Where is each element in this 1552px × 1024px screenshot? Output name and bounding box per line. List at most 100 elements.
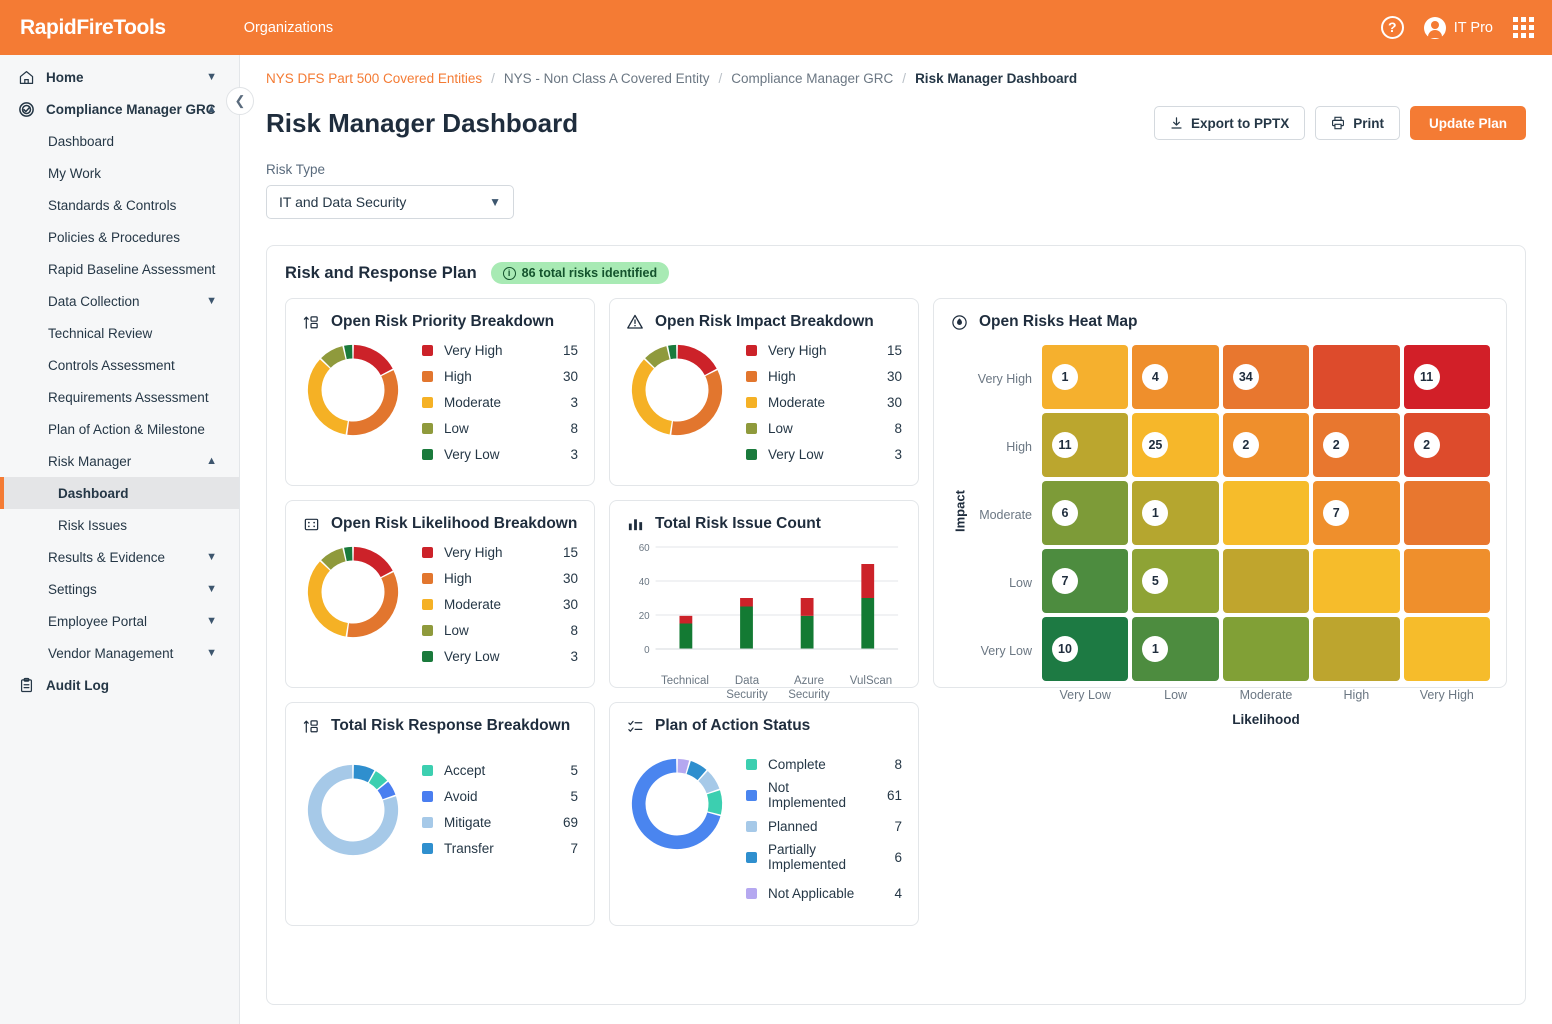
sidebar-item-rapid-baseline-assessment[interactable]: Rapid Baseline Assessment <box>0 253 239 285</box>
chevron-up-icon[interactable]: ▲ <box>206 455 217 467</box>
heatmap-cell[interactable] <box>1313 549 1400 613</box>
grid-matrix-icon <box>302 515 320 533</box>
heatmap-cell[interactable]: 1 <box>1132 617 1219 681</box>
legend-row: Partially Implemented 6 <box>746 839 902 875</box>
sidebar-item-requirements-assessment[interactable]: Requirements Assessment <box>0 381 239 413</box>
heatmap-cell[interactable] <box>1313 617 1400 681</box>
donut-chart <box>631 758 723 850</box>
heatmap-cell[interactable]: 7 <box>1313 481 1400 545</box>
heatmap-cell[interactable]: 34 <box>1222 345 1310 409</box>
sidebar-item-technical-review[interactable]: Technical Review <box>0 317 239 349</box>
chevron-down-icon[interactable]: ▼ <box>206 583 217 595</box>
legend-swatch <box>746 396 757 408</box>
card-title: Total Risk Issue Count <box>655 515 821 532</box>
legend-swatch <box>746 820 757 832</box>
heatmap-y-tick: Very High <box>977 372 1032 386</box>
card-total-risk-issue-count: Total Risk Issue Count 0 20 40 60 Technical… <box>609 500 919 701</box>
legend-swatch <box>422 422 433 434</box>
sidebar-item-policies-procedures[interactable]: Policies & Procedures <box>0 221 239 253</box>
sidebar-item-standards-controls[interactable]: Standards & Controls <box>0 189 239 221</box>
legend-row: Very High 15 <box>746 337 902 363</box>
chevron-down-icon[interactable]: ▼ <box>206 615 217 627</box>
sidebar-item-home[interactable]: Home ▼ <box>0 61 239 93</box>
sidebar-item-label: Rapid Baseline Assessment <box>48 261 216 277</box>
card-title: Open Risk Priority Breakdown <box>331 313 555 330</box>
legend-value: 3 <box>570 446 578 462</box>
print-label: Print <box>1353 115 1384 131</box>
sidebar-item-risk-manager[interactable]: Risk Manager ▲ <box>0 445 239 477</box>
svg-text:60: 60 <box>639 543 650 554</box>
heatmap-cell[interactable]: 6 <box>1042 481 1129 545</box>
heatmap-cell[interactable]: 5 <box>1132 549 1219 613</box>
legend-swatch <box>422 572 433 584</box>
chevron-up-icon[interactable]: ▲ <box>206 103 217 115</box>
priority-sort-icon <box>302 717 320 735</box>
chevron-down-icon[interactable]: ▼ <box>206 71 217 83</box>
legend-row: High 30 <box>422 363 578 389</box>
sidebar-item-data-collection[interactable]: Data Collection ▼ <box>0 285 239 317</box>
heatmap-cell[interactable]: 7 <box>1042 549 1129 613</box>
heatmap-cell[interactable]: 11 <box>1403 345 1490 409</box>
sidebar-item-my-work[interactable]: My Work <box>0 157 239 189</box>
heatmap-cell[interactable]: 1 <box>1042 345 1129 409</box>
heatmap-cell[interactable]: 2 <box>1313 413 1400 477</box>
sidebar-item-risk-issues[interactable]: Risk Issues <box>0 509 239 541</box>
chevron-down-icon[interactable]: ▼ <box>206 295 217 307</box>
heatmap-x-tick: Low <box>1164 688 1188 702</box>
legend-swatch <box>746 758 757 770</box>
card-header: Plan of Action Status <box>626 717 902 735</box>
card-title: Open Risk Likelihood Breakdown <box>331 515 578 532</box>
sidebar-item-dashboard[interactable]: Dashboard <box>0 125 239 157</box>
app-logo[interactable]: RapidFireTools <box>20 16 166 40</box>
heatmap-cell[interactable]: 11 <box>1042 413 1129 477</box>
heatmap-cell[interactable]: 10 <box>1042 617 1129 681</box>
heatmap-cell[interactable] <box>1403 617 1490 681</box>
update-plan-button[interactable]: Update Plan <box>1409 106 1526 140</box>
heatmap-cell[interactable]: 4 <box>1132 345 1219 409</box>
sidebar-item-settings[interactable]: Settings ▼ <box>0 573 239 605</box>
sidebar-item-controls-assessment[interactable]: Controls Assessment <box>0 349 239 381</box>
breadcrumb-item[interactable]: NYS - Non Class A Covered Entity <box>504 71 710 86</box>
chevron-down-icon[interactable]: ▼ <box>206 647 217 659</box>
legend-value: 15 <box>886 342 902 358</box>
apps-grid-icon[interactable] <box>1513 17 1534 38</box>
sidebar-collapse-button[interactable]: ❮ <box>226 87 254 115</box>
export-to-pptx-button[interactable]: Export to PPTX <box>1153 106 1306 140</box>
sidebar-item-audit-log[interactable]: Audit Log <box>0 669 239 701</box>
heatmap-cell[interactable] <box>1222 481 1310 545</box>
legend-label: Transfer <box>444 840 494 856</box>
heatmap-y-tick: Low <box>1009 576 1032 590</box>
svg-text:20: 20 <box>639 611 650 622</box>
organizations-link[interactable]: Organizations <box>244 20 333 36</box>
heatmap-cell-count: 25 <box>1142 432 1169 458</box>
heatmap-cell[interactable]: 1 <box>1132 481 1219 545</box>
legend-swatch <box>422 790 433 802</box>
sidebar-item-dashboard[interactable]: Dashboard <box>0 477 239 509</box>
sidebar-item-plan-of-action-milestone[interactable]: Plan of Action & Milestone <box>0 413 239 445</box>
sidebar-item-results-evidence[interactable]: Results & Evidence ▼ <box>0 541 239 573</box>
heatmap-cell-count: 10 <box>1052 636 1078 662</box>
legend-label: Avoid <box>444 788 478 804</box>
legend-swatch <box>746 448 757 460</box>
sidebar-item-vendor-management[interactable]: Vendor Management ▼ <box>0 637 239 669</box>
risk-type-select[interactable]: IT and Data Security ▼ <box>266 185 514 219</box>
heatmap-cell[interactable] <box>1313 345 1400 409</box>
legend-value: 30 <box>886 368 902 384</box>
heatmap-cell[interactable] <box>1403 481 1490 545</box>
heatmap-cell[interactable]: 2 <box>1403 413 1490 477</box>
legend-label: Low <box>444 420 469 436</box>
heatmap-cell[interactable] <box>1403 549 1490 613</box>
print-button[interactable]: Print <box>1315 106 1400 140</box>
sidebar-item-employee-portal[interactable]: Employee Portal ▼ <box>0 605 239 637</box>
user-menu[interactable]: IT Pro <box>1423 16 1493 39</box>
heatmap-cell[interactable]: 2 <box>1222 413 1310 477</box>
heatmap-cell[interactable] <box>1222 549 1310 613</box>
chevron-down-icon[interactable]: ▼ <box>206 551 217 563</box>
heatmap-cell[interactable] <box>1222 617 1310 681</box>
breadcrumb-item[interactable]: Compliance Manager GRC <box>731 71 893 86</box>
legend-row: Very Low 3 <box>746 441 902 467</box>
heatmap-cell[interactable]: 25 <box>1132 413 1219 477</box>
help-circle-icon[interactable]: ? <box>1380 16 1404 39</box>
sidebar-item-compliance-manager-grc[interactable]: Compliance Manager GRC ▲ <box>0 93 239 125</box>
breadcrumb-item[interactable]: NYS DFS Part 500 Covered Entities <box>266 71 482 86</box>
